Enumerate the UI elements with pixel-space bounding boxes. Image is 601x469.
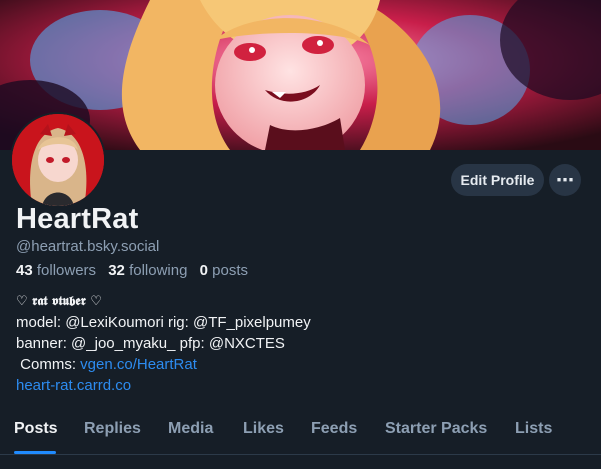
- posts-label: posts: [212, 262, 248, 279]
- bio-title: ♡ 𝖗𝖆𝖙 𝖛𝖙𝖚𝖇𝖊𝖗 ♡: [16, 294, 102, 309]
- followers-count: 43: [16, 262, 33, 279]
- edit-profile-button[interactable]: Edit Profile: [451, 164, 544, 196]
- bio-line-banner: banner: @_joo_myaku_ pfp: @NXCTES: [16, 335, 285, 352]
- tab-posts[interactable]: Posts: [14, 420, 58, 438]
- followers-link[interactable]: 43 followers: [16, 262, 96, 279]
- tab-feeds[interactable]: Feeds: [311, 420, 357, 438]
- display-name: HeartRat: [16, 203, 139, 235]
- tab-media[interactable]: Media: [168, 420, 213, 438]
- posts-stat: 0 posts: [200, 262, 248, 279]
- following-link[interactable]: 32 following: [108, 262, 187, 279]
- avatar-image: [12, 114, 104, 206]
- website-link[interactable]: heart-rat.carrd.co: [16, 377, 131, 394]
- ellipsis-icon: ⋯: [556, 169, 574, 190]
- tab-lists[interactable]: Lists: [515, 420, 552, 438]
- tabs-divider: [0, 454, 601, 455]
- tab-starter-packs[interactable]: Starter Packs: [385, 420, 487, 438]
- avatar[interactable]: [10, 112, 106, 208]
- tab-likes[interactable]: Likes: [243, 420, 284, 438]
- profile-tabs: Posts Replies Media Likes Feeds Starter …: [0, 408, 601, 454]
- bio-line-comms: Comms: vgen.co/HeartRat: [16, 354, 311, 375]
- bio-line-model: model: @LexiKoumori rig: @TF_pixelpumey: [16, 314, 311, 331]
- edit-profile-label: Edit Profile: [460, 172, 535, 188]
- profile-bio: ♡ 𝖗𝖆𝖙 𝖛𝖙𝖚𝖇𝖊𝖗 ♡ model: @LexiKoumori rig: …: [16, 291, 311, 396]
- following-count: 32: [108, 262, 125, 279]
- tab-replies[interactable]: Replies: [84, 420, 141, 438]
- followers-label: followers: [36, 262, 97, 279]
- more-options-button[interactable]: ⋯: [549, 164, 581, 196]
- comms-link[interactable]: vgen.co/HeartRat: [80, 356, 197, 373]
- profile-handle: @heartrat.bsky.social: [16, 238, 160, 255]
- comms-label: Comms:: [16, 356, 81, 373]
- posts-count: 0: [199, 262, 208, 279]
- profile-stats: 43 followers 32 following 0 posts: [16, 262, 248, 279]
- following-label: following: [129, 262, 188, 279]
